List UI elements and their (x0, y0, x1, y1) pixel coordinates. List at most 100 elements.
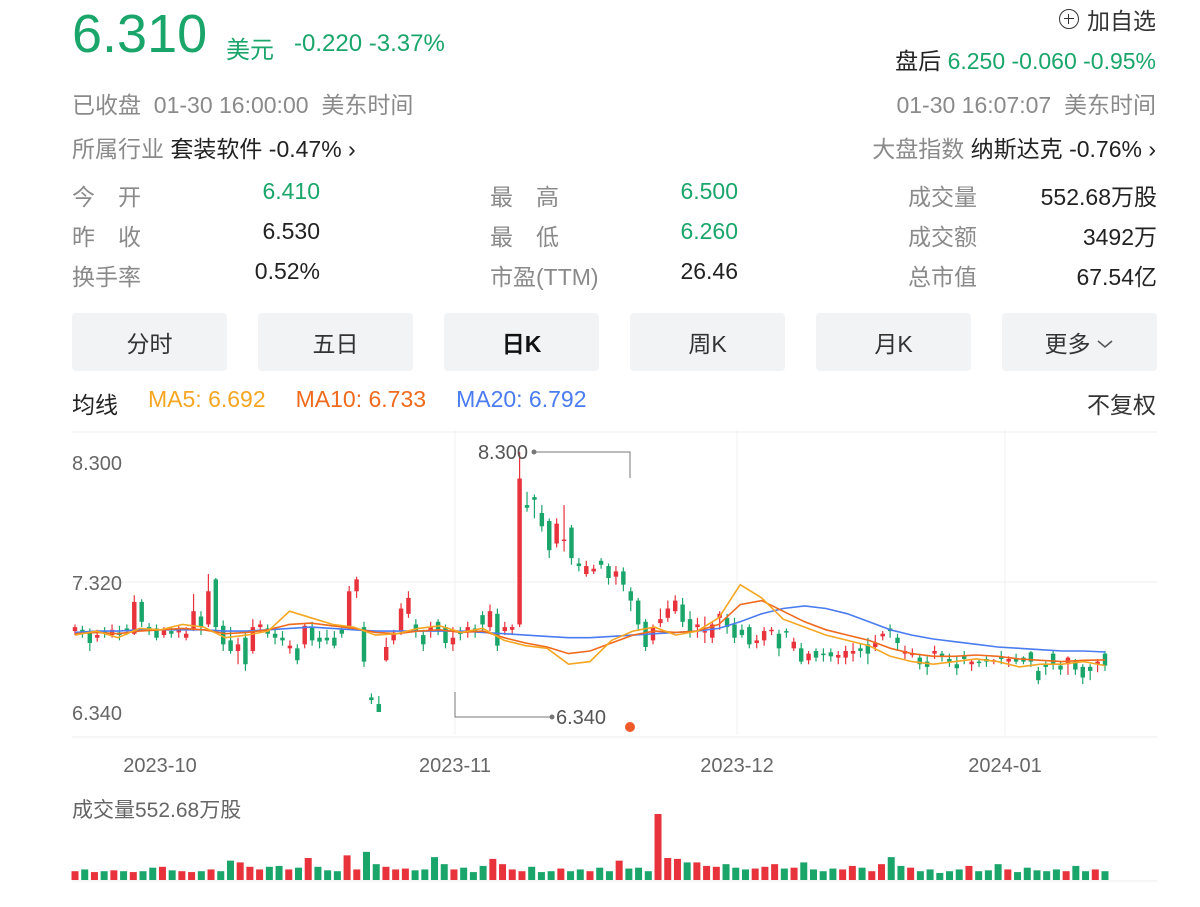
candlestick-chart[interactable]: 8.300 7.320 6.340 2023-10 2023-11 2023-12 2024… (0, 430, 1200, 790)
market-status: 已收盘 01-30 16:00:00 美东时间 (72, 86, 413, 120)
tab-five-day[interactable]: 五日 (258, 313, 413, 371)
candle-body (280, 637, 285, 641)
candle-body (732, 624, 737, 638)
volume-bar (829, 868, 837, 880)
candle-body (613, 571, 619, 577)
ma5-line (74, 583, 1106, 668)
index-name: 纳斯达克 (970, 136, 1063, 162)
stat-value: 6.260 (680, 218, 738, 244)
after-hours-change: -0.060 (1011, 48, 1077, 74)
candle-body (206, 591, 211, 625)
min-annotation-dot (549, 714, 555, 720)
candle-body (584, 566, 589, 575)
volume-bar (285, 869, 293, 880)
add-watchlist-button[interactable]: 加自选 (1059, 2, 1156, 36)
change-value: -0.220 (294, 30, 363, 57)
volume-bar (158, 866, 166, 880)
tab-more[interactable]: 更多 (1002, 313, 1157, 371)
candle-body (791, 641, 796, 649)
tab-label: 月K (874, 331, 913, 357)
after-hours-label: 盘后 (895, 48, 942, 74)
volume-bar (751, 868, 759, 880)
stat-label: 今 开 (72, 184, 141, 210)
adjustment-toggle[interactable]: 不复权 (1087, 386, 1156, 420)
volume-bar (848, 865, 856, 880)
volume-bar (683, 862, 691, 880)
volume-bar (790, 867, 798, 880)
volume-bar (567, 871, 575, 880)
tab-monthly-k[interactable]: 月K (816, 313, 971, 371)
volume-bar (469, 872, 477, 880)
volume-bar (226, 860, 234, 880)
candle-body (836, 654, 841, 658)
candle-body (487, 611, 493, 628)
candle-body (628, 591, 633, 601)
tab-label: 更多 (1044, 331, 1091, 357)
volume-bar (878, 864, 886, 880)
industry-link[interactable]: 所属行业 套装软件 -0.47% › (72, 130, 356, 164)
index-change: -0.76% (1069, 136, 1142, 162)
volume-bar (275, 865, 283, 880)
volume-bar (907, 867, 915, 880)
volume-bar (197, 871, 205, 880)
candle-body (72, 627, 78, 632)
stat-value: 6.530 (262, 218, 320, 244)
candle-body (532, 497, 537, 500)
candle-body (287, 645, 293, 649)
candle-body (954, 664, 960, 669)
tab-weekly-k[interactable]: 周K (630, 313, 785, 371)
volume-bar (712, 866, 720, 880)
price-change: -0.220 -3.37% (294, 30, 445, 58)
index-link[interactable]: 大盘指数 纳斯达克 -0.76% › (872, 130, 1156, 164)
stat-label: 最 高 (490, 184, 559, 210)
volume-bar (605, 871, 613, 880)
tab-label: 周K (688, 331, 727, 357)
stat-label: 换手率 (72, 264, 141, 290)
candle-body (547, 520, 552, 551)
ma10-value: MA10: 6.733 (295, 386, 427, 412)
volume-bar (343, 855, 351, 880)
candle-body (850, 650, 856, 654)
volume-bar (965, 865, 973, 880)
candle-body (695, 624, 700, 628)
stat-label: 市盈(TTM) (490, 264, 599, 290)
volume-bar (722, 864, 730, 880)
add-watchlist-label: 加自选 (1087, 8, 1156, 34)
candle-body (95, 635, 100, 638)
ma-legend: 均线 MA5: 6.692 MA10: 6.733 MA20: 6.792 (72, 386, 586, 420)
candle-body (339, 629, 344, 634)
candle-body (828, 652, 834, 657)
volume-bar (547, 871, 555, 880)
candle-body (947, 658, 952, 662)
ma20-value: MA20: 6.792 (456, 386, 587, 412)
volume-bar (741, 869, 749, 880)
y-tick-label: 7.320 (72, 573, 122, 595)
volume-bar (353, 869, 361, 880)
tab-intraday[interactable]: 分时 (72, 313, 227, 371)
after-timezone: 美东时间 (1064, 92, 1156, 118)
candle-body (561, 539, 567, 542)
chevron-right-icon: › (348, 136, 356, 162)
candle-body (346, 591, 352, 628)
volume-bar (761, 866, 769, 880)
chevron-right-icon: › (1148, 136, 1156, 162)
volume-bar (946, 871, 954, 880)
volume-bar (615, 860, 623, 880)
candle-body (598, 560, 604, 565)
volume-bar (839, 869, 847, 880)
candle-body (1006, 658, 1011, 662)
volume-bar (1072, 865, 1080, 880)
volume-bar (936, 872, 944, 880)
tab-daily-k[interactable]: 日K (444, 313, 599, 371)
candle-body (1080, 666, 1085, 678)
volume-bar (1082, 871, 1090, 880)
candle-body (398, 608, 404, 632)
volume-bar (294, 867, 302, 880)
volume-bar (324, 870, 332, 880)
volume-bar (71, 871, 79, 880)
tab-label: 五日 (312, 331, 359, 357)
x-tick-label: 2023-10 (123, 755, 196, 777)
volume-bar (897, 865, 905, 880)
stat-value: 67.54亿 (1076, 264, 1157, 290)
stat-label: 总市值 (908, 264, 977, 290)
